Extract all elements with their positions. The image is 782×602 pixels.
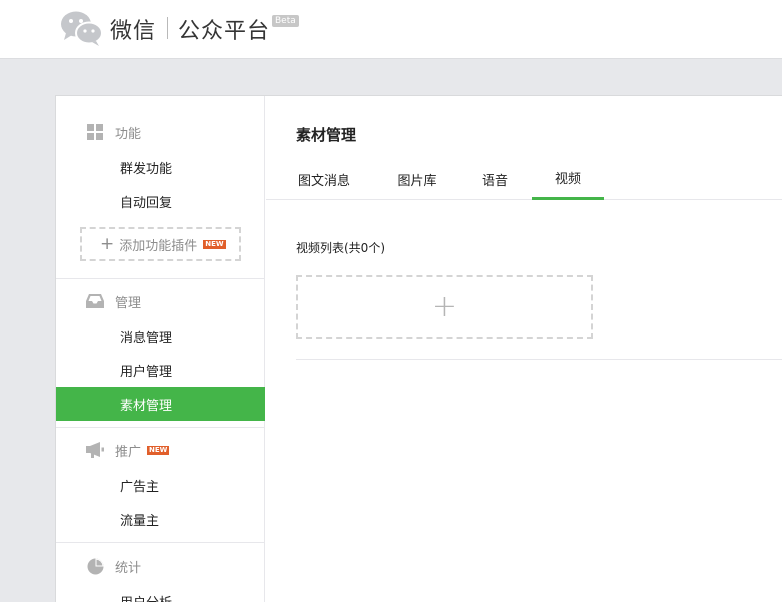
sidebar-divider bbox=[56, 278, 264, 279]
inbox-icon bbox=[86, 292, 104, 310]
add-plugin-label: 添加功能插件 bbox=[119, 238, 198, 254]
add-video-button[interactable]: + bbox=[296, 275, 593, 339]
plus-icon: + bbox=[100, 233, 115, 254]
grid-icon bbox=[86, 123, 104, 141]
sidebar-item-auto-reply[interactable]: 自动回复 bbox=[56, 184, 265, 218]
page-title: 素材管理 bbox=[296, 126, 357, 144]
plus-icon: + bbox=[431, 289, 458, 324]
tab-news[interactable]: 图文消息 bbox=[286, 158, 362, 200]
sidebar: 功能 群发功能 自动回复 + 添加功能插件 NEW 管理 消息管理 用户管理 素… bbox=[56, 96, 265, 602]
sidebar-group-function: 功能 bbox=[56, 117, 265, 147]
brand-separator bbox=[167, 17, 168, 39]
content-divider bbox=[296, 359, 782, 360]
sidebar-group-promotion: 推广 NEW bbox=[56, 435, 265, 465]
top-bar: 微信 公众平台 Beta bbox=[0, 0, 782, 59]
tab-voice[interactable]: 语音 bbox=[464, 158, 526, 200]
platform-name[interactable]: 公众平台 bbox=[178, 13, 270, 45]
sidebar-item-users[interactable]: 用户管理 bbox=[56, 353, 265, 387]
megaphone-icon bbox=[86, 441, 104, 459]
beta-badge: Beta bbox=[272, 15, 299, 27]
wechat-logo-icon[interactable] bbox=[60, 8, 104, 48]
new-badge: NEW bbox=[147, 445, 170, 455]
video-list-title: 视频列表(共0个) bbox=[296, 241, 385, 255]
sidebar-group-label: 功能 bbox=[115, 126, 142, 142]
sidebar-group-manage: 管理 bbox=[56, 286, 265, 316]
sidebar-group-label: 统计 bbox=[115, 560, 142, 576]
material-tabs: 图文消息 图片库 语音 视频 bbox=[266, 158, 782, 200]
sidebar-item-messages[interactable]: 消息管理 bbox=[56, 319, 265, 353]
sidebar-item-advertiser[interactable]: 广告主 bbox=[56, 468, 265, 502]
sidebar-item-materials[interactable]: 素材管理 bbox=[56, 387, 265, 421]
sidebar-item-publisher[interactable]: 流量主 bbox=[56, 502, 265, 536]
pie-chart-icon bbox=[86, 557, 104, 575]
brand-name[interactable]: 微信 bbox=[110, 13, 156, 45]
content-panel: 功能 群发功能 自动回复 + 添加功能插件 NEW 管理 消息管理 用户管理 素… bbox=[55, 95, 782, 602]
sidebar-group-label: 推广 bbox=[115, 444, 142, 460]
new-badge: NEW bbox=[203, 239, 226, 249]
sidebar-divider bbox=[56, 427, 264, 428]
sidebar-group-label: 管理 bbox=[115, 295, 142, 311]
main-content: 素材管理 图文消息 图片库 语音 视频 视频列表(共0个) + bbox=[266, 96, 782, 602]
sidebar-item-user-analysis[interactable]: 用户分析 bbox=[56, 584, 265, 602]
sidebar-group-statistics: 统计 bbox=[56, 551, 265, 581]
sidebar-item-mass-send[interactable]: 群发功能 bbox=[56, 150, 265, 184]
add-plugin-button[interactable]: + 添加功能插件 NEW bbox=[80, 227, 241, 261]
sidebar-divider bbox=[56, 542, 264, 543]
tab-images[interactable]: 图片库 bbox=[381, 158, 453, 200]
tab-video[interactable]: 视频 bbox=[532, 158, 604, 200]
